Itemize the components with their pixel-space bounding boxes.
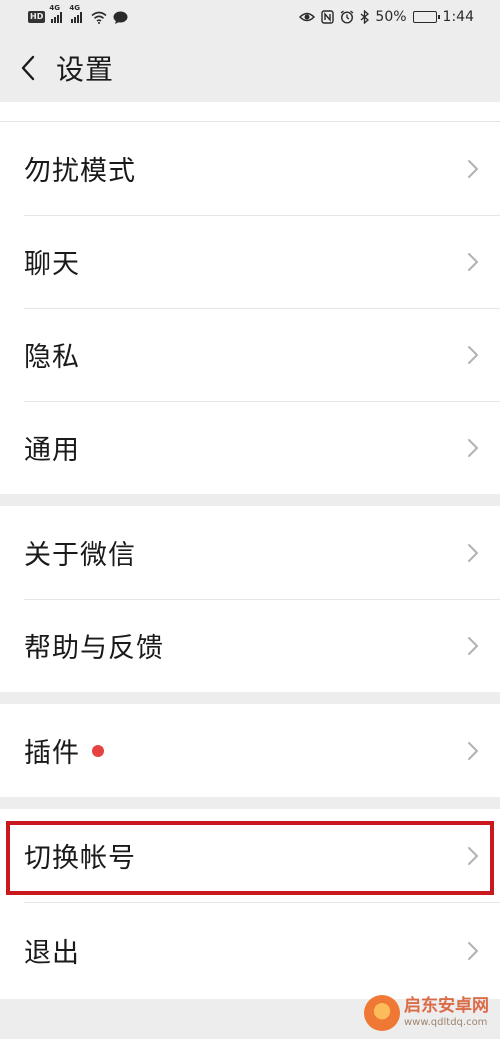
status-right: 50% 1:44 — [299, 9, 474, 25]
battery-percent: 50% — [375, 9, 407, 25]
settings-item-privacy[interactable]: 隐私 — [0, 308, 500, 401]
status-left: HD 4G 4G — [28, 4, 128, 24]
chevron-right-icon — [468, 846, 478, 865]
new-badge-dot — [92, 744, 104, 757]
settings-item-label: 退出 — [24, 938, 80, 969]
settings-item-label: 帮助与反馈 — [24, 633, 164, 664]
group-about: 关于微信 帮助与反馈 — [0, 506, 500, 692]
watermark-text: 启东安卓网 www.qdltdq.com — [404, 998, 489, 1028]
plugins-label-text: 插件 — [24, 738, 80, 769]
settings-item-chat[interactable]: 聊天 — [0, 215, 500, 308]
settings-item-label: 插件 — [24, 731, 104, 770]
settings-item-label: 切换帐号 — [24, 843, 136, 874]
battery-icon — [412, 11, 440, 23]
settings-item-plugins[interactable]: 插件 — [0, 704, 500, 797]
hd-icon: HD — [28, 11, 46, 23]
page-title: 设置 — [56, 53, 115, 86]
signal-icon: 4G — [69, 4, 85, 23]
settings-item-label: 聊天 — [24, 249, 80, 280]
chevron-right-icon — [468, 941, 478, 960]
group-account: 切换帐号 退出 — [0, 809, 500, 999]
chat-bubble-icon — [113, 11, 128, 24]
bluetooth-icon — [360, 10, 370, 24]
settings-item-general[interactable]: 通用 — [0, 401, 500, 494]
group-separator — [0, 692, 500, 704]
sim2-tag: 4G — [69, 4, 80, 12]
chevron-right-icon — [468, 159, 478, 178]
watermark-logo-icon — [364, 995, 400, 1031]
chevron-right-icon — [468, 252, 478, 271]
watermark-name: 启东安卓网 — [404, 996, 489, 1016]
wifi-icon — [91, 11, 107, 24]
signal-icon: 4G — [49, 4, 65, 23]
eye-icon — [299, 12, 316, 22]
settings-item-help-feedback[interactable]: 帮助与反馈 — [0, 599, 500, 692]
group-plugins: 插件 — [0, 704, 500, 797]
settings-item-label: 隐私 — [24, 342, 80, 373]
clock: 1:44 — [442, 9, 474, 25]
chevron-right-icon — [468, 345, 478, 364]
status-bar: HD 4G 4G 50% 1:44 — [0, 0, 500, 34]
watermark: 启东安卓网 www.qdltdq.com — [364, 993, 494, 1033]
settings-item-do-not-disturb[interactable]: 勿扰模式 — [0, 122, 500, 215]
alarm-icon — [341, 10, 354, 24]
settings-item-switch-account[interactable]: 切换帐号 — [0, 809, 500, 902]
previous-item-edge — [0, 102, 500, 122]
chevron-right-icon — [468, 636, 478, 655]
watermark-url: www.qdltdq.com — [404, 1017, 488, 1028]
chevron-right-icon — [468, 543, 478, 562]
sim1-tag: 4G — [49, 4, 60, 12]
back-button[interactable] — [0, 34, 56, 102]
group-general: 勿扰模式 聊天 隐私 通用 — [0, 122, 500, 494]
nfc-icon — [321, 10, 335, 24]
title-bar: 设置 — [0, 34, 500, 102]
settings-menu: 勿扰模式 聊天 隐私 通用 关于微信 帮助与反馈 插件 切换帐号 退出 — [0, 102, 500, 999]
settings-item-label: 通用 — [24, 435, 80, 466]
settings-item-label: 关于微信 — [24, 540, 136, 571]
group-separator — [0, 494, 500, 506]
group-separator — [0, 797, 500, 809]
chevron-right-icon — [468, 438, 478, 457]
settings-item-about-wechat[interactable]: 关于微信 — [0, 506, 500, 599]
chevron-left-icon — [21, 55, 35, 81]
settings-item-logout[interactable]: 退出 — [0, 902, 500, 999]
chevron-right-icon — [468, 741, 478, 760]
settings-item-label: 勿扰模式 — [24, 156, 136, 187]
